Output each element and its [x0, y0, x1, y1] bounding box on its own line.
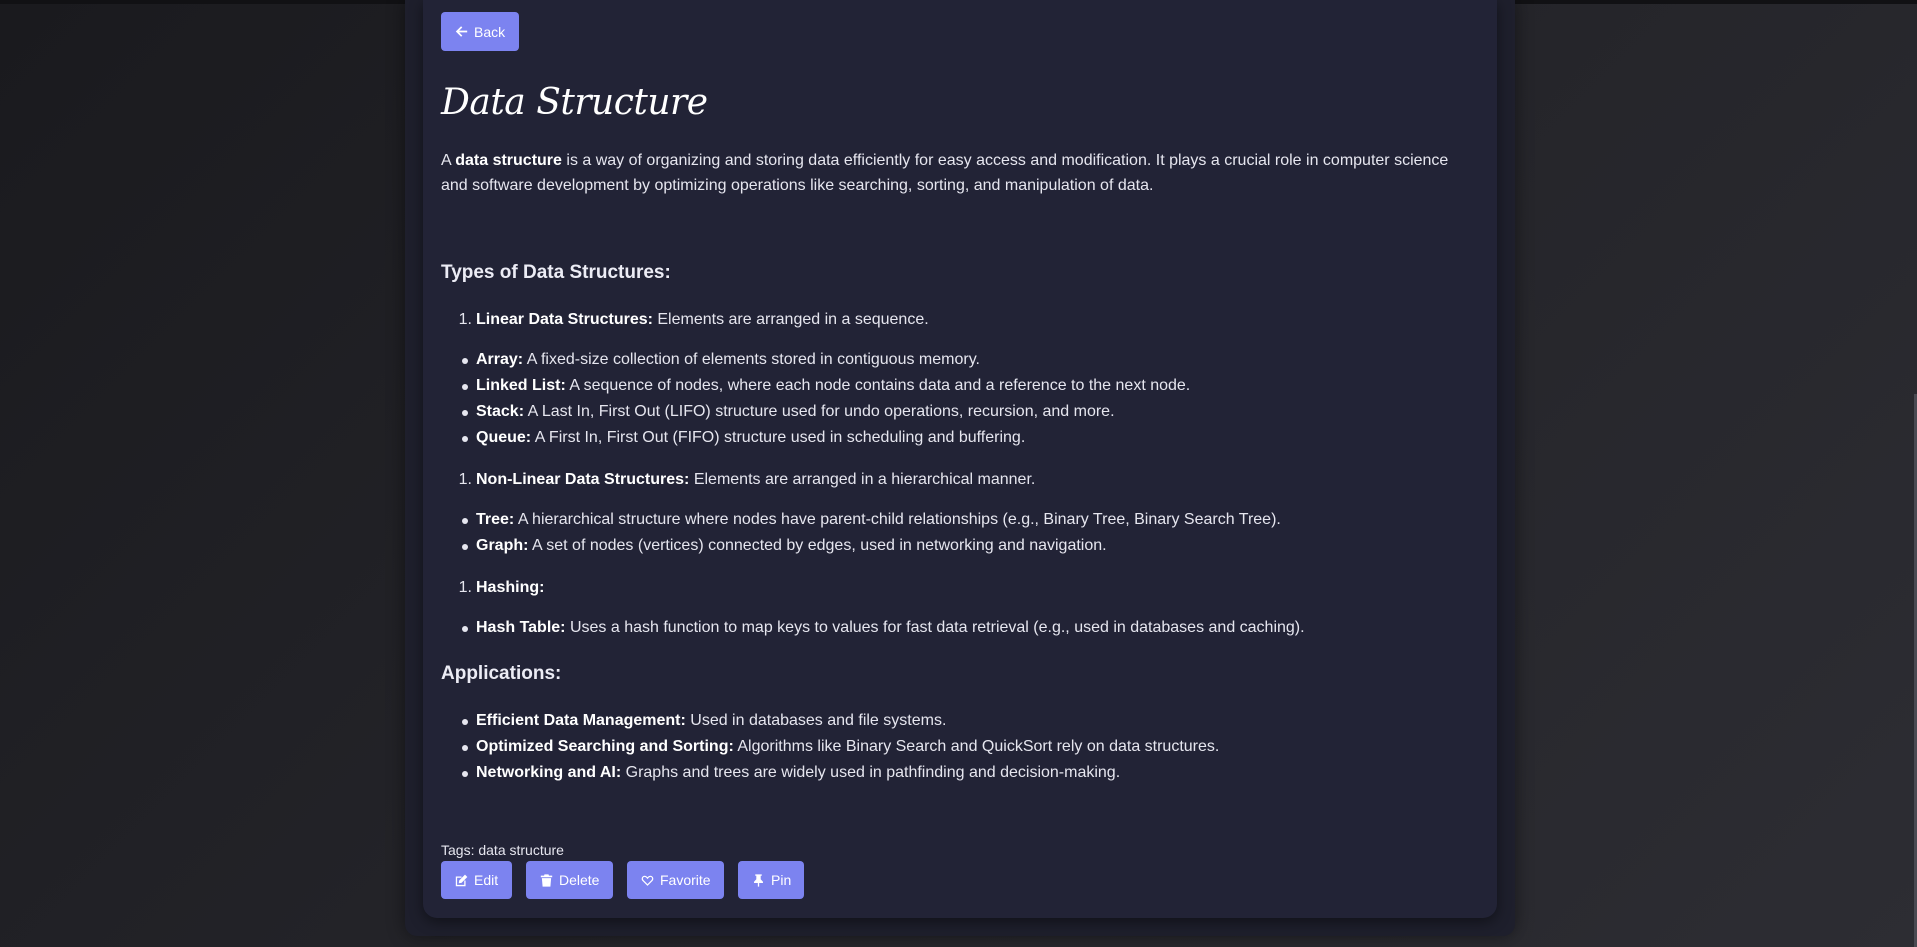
item-text: Used in databases and file systems.: [685, 712, 947, 729]
arrow-left-icon: [455, 26, 468, 37]
item-text: A fixed-size collection of elements stor…: [523, 351, 980, 368]
tags-line: Tags: data structure: [441, 842, 564, 858]
bullet-dot: [462, 410, 468, 416]
pin-label: Pin: [771, 872, 792, 888]
bullet-dot: [462, 771, 468, 777]
item-label: Queue:: [476, 429, 532, 446]
bullet-dot: [462, 745, 468, 751]
item-label: Non-Linear Data Structures:: [476, 471, 690, 488]
item-text: Uses a hash function to map keys to valu…: [565, 619, 1305, 636]
item-text: Elements are arranged in a sequence.: [652, 311, 929, 328]
item-label: Graph:: [476, 537, 529, 554]
bullet-dot: [462, 384, 468, 390]
list-item: Networking and AI: Graphs and trees are …: [462, 762, 1121, 784]
item-label: Stack:: [476, 403, 525, 420]
item-number: 1.: [458, 311, 472, 328]
numbered-item-linear: 1. Linear Data Structures: Elements are …: [459, 309, 929, 331]
pin-icon: [754, 873, 763, 887]
back-label: Back: [474, 23, 506, 40]
delete-button[interactable]: Delete: [526, 861, 613, 899]
intro-post: is a way of organizing and storing data …: [441, 152, 1449, 194]
item-text: Algorithms like Binary Search and QuickS…: [733, 738, 1220, 755]
list-item: Tree: A hierarchical structure where nod…: [462, 509, 1281, 531]
list-item: Array: A fixed-size collection of elemen…: [462, 349, 980, 371]
numbered-item-hashing: 1. Hashing:: [459, 577, 545, 599]
page-title: Data Structure: [441, 82, 708, 123]
item-label: Optimized Searching and Sorting:: [476, 738, 734, 755]
bullet-dot: [462, 544, 468, 550]
item-text: A Last In, First Out (LIFO) structure us…: [524, 403, 1115, 420]
numbered-item-non-linear: 1. Non-Linear Data Structures: Elements …: [459, 469, 1036, 491]
edit-button[interactable]: Edit: [441, 861, 512, 899]
list-item: Graph: A set of nodes (vertices) connect…: [462, 535, 1107, 557]
bullet-dot: [462, 518, 468, 524]
favorite-button[interactable]: Favorite: [627, 861, 724, 899]
item-label: Linear Data Structures:: [476, 311, 653, 328]
item-label: Hashing:: [476, 579, 545, 596]
list-item: Linked List: A sequence of nodes, where …: [462, 375, 1191, 397]
item-label: Tree:: [476, 511, 515, 528]
intro-pre: A: [441, 152, 456, 169]
item-text: A hierarchical structure where nodes hav…: [514, 511, 1281, 528]
item-label: Linked List:: [476, 377, 566, 394]
trash-icon: [540, 873, 553, 887]
item-text: Elements are arranged in a hierarchical …: [689, 471, 1036, 488]
item-text: A First In, First Out (FIFO) structure u…: [531, 429, 1026, 446]
intro-paragraph: A data structure is a way of organizing …: [441, 148, 1471, 198]
list-item: Stack: A Last In, First Out (LIFO) struc…: [462, 401, 1115, 423]
item-label: Networking and AI:: [476, 764, 622, 781]
item-number: 1.: [458, 579, 472, 596]
item-text: A sequence of nodes, where each node con…: [565, 377, 1191, 394]
pin-button[interactable]: Pin: [738, 861, 804, 899]
intro-bold: data structure: [455, 152, 562, 169]
back-button[interactable]: Back: [441, 12, 520, 51]
item-number: 1.: [458, 471, 472, 488]
favorite-label: Favorite: [660, 872, 711, 888]
item-label: Hash Table:: [476, 619, 566, 636]
action-bar: Edit Delete Favorite Pin: [441, 861, 804, 899]
bullet-dot: [462, 719, 468, 725]
item-text: A set of nodes (vertices) connected by e…: [528, 537, 1107, 554]
types-heading: Types of Data Structures:: [441, 262, 671, 283]
list-item: Queue: A First In, First Out (FIFO) stru…: [462, 427, 1026, 449]
bullet-dot: [462, 436, 468, 442]
list-item: Optimized Searching and Sorting: Algorit…: [462, 736, 1220, 758]
item-label: Array:: [476, 351, 524, 368]
heart-icon: [641, 875, 654, 886]
bullet-dot: [462, 358, 468, 364]
edit-icon: [455, 874, 468, 886]
applications-heading: Applications:: [441, 663, 562, 684]
delete-label: Delete: [559, 872, 600, 888]
bullet-dot: [462, 626, 468, 632]
list-item: Hash Table: Uses a hash function to map …: [462, 617, 1305, 639]
edit-label: Edit: [474, 872, 499, 888]
item-text: Graphs and trees are widely used in path…: [621, 764, 1121, 781]
list-item: Efficient Data Management: Used in datab…: [462, 710, 947, 732]
item-label: Efficient Data Management:: [476, 712, 686, 729]
